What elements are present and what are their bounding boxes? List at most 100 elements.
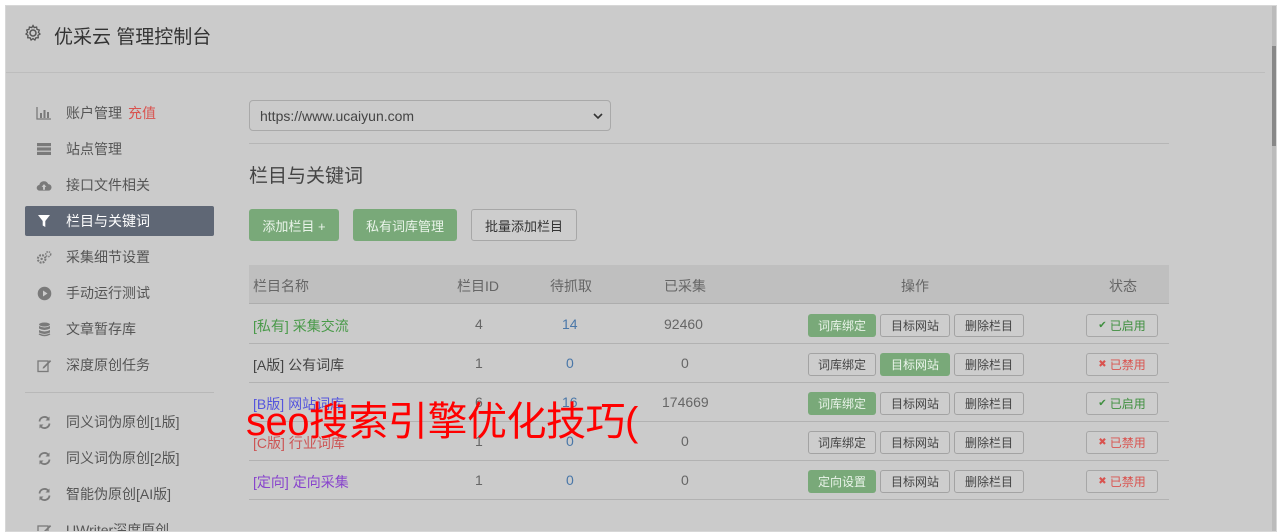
pending-count: 0 xyxy=(566,355,574,371)
status-toggle[interactable]: ✔已启用 xyxy=(1086,314,1158,337)
delete-column-button[interactable]: 删除栏目 xyxy=(954,314,1024,337)
sidebar-item-label: 同义词伪原创[1版] xyxy=(66,412,180,432)
sidebar-item-label: 文章暂存库 xyxy=(66,319,136,339)
refresh-icon xyxy=(36,450,52,466)
collected-count: 0 xyxy=(681,355,689,371)
close-icon: ✖ xyxy=(1098,359,1106,370)
lexicon-bind-button[interactable]: 词库绑定 xyxy=(808,314,876,337)
column-title[interactable]: 采集交流 xyxy=(293,318,349,334)
table-row: [A版]公有词库100词库绑定目标网站删除栏目✖已禁用 xyxy=(249,343,1169,383)
delete-column-button[interactable]: 删除栏目 xyxy=(954,431,1024,454)
sidebar-item[interactable]: 账户管理充值 xyxy=(25,98,214,128)
sidebar-item[interactable]: 智能伪原创[AI版] xyxy=(25,479,214,509)
sidebar-item[interactable]: 文章暂存库 xyxy=(25,314,214,344)
sidebar-item-label: 采集细节设置 xyxy=(66,247,150,267)
target-site-button[interactable]: 目标网站 xyxy=(880,470,950,493)
sidebar-item[interactable]: 同义词伪原创[1版] xyxy=(25,407,214,437)
sidebar-item[interactable]: 站点管理 xyxy=(25,134,214,164)
overlay-text: seo搜索引擎优化技巧( xyxy=(246,389,638,447)
sidebar-item[interactable]: 栏目与关键词 xyxy=(25,206,214,236)
chevron-down-icon xyxy=(592,110,604,122)
status-toggle[interactable]: ✖已禁用 xyxy=(1086,470,1158,493)
header-name: 栏目名称 xyxy=(253,276,309,296)
top-bar: 优采云 管理控制台 xyxy=(6,6,1265,73)
target-site-button[interactable]: 目标网站 xyxy=(880,431,950,454)
sidebar-item-label: 深度原创任务 xyxy=(66,355,150,375)
app-window: 优采云 管理控制台 账户管理充值站点管理接口文件相关栏目与关键词采集细节设置手动… xyxy=(5,5,1277,532)
sidebar-item[interactable]: 采集细节设置 xyxy=(25,242,214,272)
table-row: [定向]定向采集100定向设置目标网站删除栏目✖已禁用 xyxy=(249,460,1169,500)
delete-column-button[interactable]: 删除栏目 xyxy=(954,353,1024,376)
column-title[interactable]: 公有词库 xyxy=(288,357,344,373)
sidebar-divider xyxy=(25,392,214,393)
collected-count: 174669 xyxy=(662,394,709,410)
pending-count: 0 xyxy=(566,472,574,488)
sidebar-item-label: 手动运行测试 xyxy=(66,283,150,303)
private-lexicon-button[interactable]: 私有词库管理 xyxy=(353,209,457,241)
divider xyxy=(249,143,1169,144)
table-header: 栏目名称 栏目ID 待抓取 已采集 操作 状态 xyxy=(249,265,1169,304)
pending-count: 14 xyxy=(562,316,578,332)
target-site-button[interactable]: 目标网站 xyxy=(880,314,950,337)
sidebar-item-label: 智能伪原创[AI版] xyxy=(66,484,171,504)
gear-icon[interactable] xyxy=(24,24,42,42)
header-status: 状态 xyxy=(1109,276,1137,296)
server-icon xyxy=(36,141,52,157)
sidebar-item[interactable]: UWriter深度原创 xyxy=(25,515,214,532)
target-site-button[interactable]: 目标网站 xyxy=(880,392,950,415)
bar-chart-icon xyxy=(36,105,52,121)
sidebar-item-label: 同义词伪原创[2版] xyxy=(66,448,180,468)
site-select-value: https://www.ucaiyun.com xyxy=(260,108,414,124)
column-name: [私有]采集交流 xyxy=(253,316,349,336)
status-toggle[interactable]: ✔ 已启用 xyxy=(1086,392,1158,415)
check-icon: ✔ xyxy=(1098,398,1106,409)
app-title: 优采云 管理控制台 xyxy=(54,22,211,49)
edit-icon xyxy=(36,522,52,532)
play-circle-icon xyxy=(36,285,52,301)
sidebar-item-label: 站点管理 xyxy=(66,139,122,159)
sidebar-item[interactable]: 接口文件相关 xyxy=(25,170,214,200)
delete-column-button[interactable]: 删除栏目 xyxy=(954,470,1024,493)
edit-icon xyxy=(36,357,52,373)
sidebar-item-label: 栏目与关键词 xyxy=(66,211,150,231)
target-site-button[interactable]: 目标网站 xyxy=(880,353,950,376)
table-row: [私有]采集交流41492460词库绑定目标网站删除栏目✔已启用 xyxy=(249,304,1169,344)
batch-add-column-button[interactable]: 批量添加栏目 xyxy=(471,209,577,241)
close-icon: ✖ xyxy=(1098,437,1106,448)
column-id: 1 xyxy=(475,472,483,488)
collected-count: 0 xyxy=(681,433,689,449)
header-pending: 待抓取 xyxy=(550,276,592,296)
refresh-icon xyxy=(36,486,52,502)
status-toggle[interactable]: ✖ 已禁用 xyxy=(1086,353,1158,376)
status-label: 已启用 xyxy=(1110,395,1146,412)
delete-column-button[interactable]: 删除栏目 xyxy=(954,392,1024,415)
status-label: 已禁用 xyxy=(1110,473,1146,490)
status-toggle[interactable]: ✖ 已禁用 xyxy=(1086,431,1158,454)
sidebar-item-label: UWriter深度原创 xyxy=(66,520,169,532)
lexicon-bind-button[interactable]: 词库绑定 xyxy=(808,353,876,376)
sidebar-item[interactable]: 深度原创任务 xyxy=(25,350,214,380)
sidebar-item-label: 账户管理 xyxy=(66,103,122,123)
lexicon-bind-button[interactable]: 定向设置 xyxy=(808,470,876,493)
column-title[interactable]: 定向采集 xyxy=(293,474,349,490)
column-tag: [私有] xyxy=(253,318,289,334)
add-column-button[interactable]: 添加栏目 + xyxy=(249,209,339,241)
scrollbar-thumb[interactable] xyxy=(1272,46,1276,146)
lexicon-bind-button[interactable]: 词库绑定 xyxy=(808,392,876,415)
database-icon xyxy=(36,321,52,337)
filter-icon xyxy=(36,213,52,229)
scrollbar[interactable] xyxy=(1272,6,1276,531)
status-label: 已禁用 xyxy=(1110,356,1146,373)
status-label: 已禁用 xyxy=(1110,434,1146,451)
column-tag: [定向] xyxy=(253,474,289,490)
lexicon-bind-button[interactable]: 词库绑定 xyxy=(808,431,876,454)
recharge-link[interactable]: 充值 xyxy=(128,103,156,123)
sidebar-item-label: 接口文件相关 xyxy=(66,175,150,195)
check-icon: ✔ xyxy=(1098,320,1106,331)
sidebar-item[interactable]: 同义词伪原创[2版] xyxy=(25,443,214,473)
sidebar-item[interactable]: 手动运行测试 xyxy=(25,278,214,308)
header-actions: 操作 xyxy=(901,276,929,296)
collected-count: 92460 xyxy=(664,316,703,332)
site-select[interactable]: https://www.ucaiyun.com xyxy=(249,100,611,131)
cogs-icon xyxy=(36,249,52,265)
